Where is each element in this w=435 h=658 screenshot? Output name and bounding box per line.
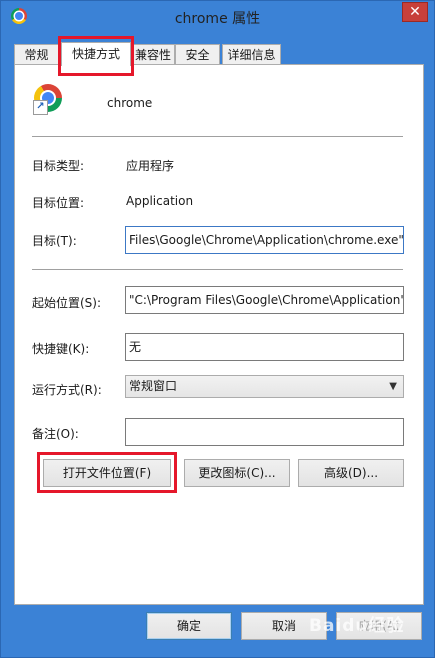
title-bar[interactable]: chrome 属性 ✕ (1, 1, 434, 34)
chevron-down-icon: ▼ (389, 381, 397, 392)
close-button[interactable]: ✕ (402, 2, 428, 22)
run-select-value: 常规窗口 (129, 379, 178, 393)
change-icon-button[interactable]: 更改图标(C)... (184, 459, 290, 487)
hotkey-label: 快捷键(K): (32, 342, 90, 356)
tab-compatibility[interactable]: 兼容性 (131, 44, 175, 64)
advanced-button[interactable]: 高级(D)... (298, 459, 404, 487)
run-label: 运行方式(R): (32, 383, 102, 397)
separator (32, 136, 403, 137)
target-location-label: 目标位置: (32, 196, 85, 210)
target-type-label: 目标类型: (32, 159, 85, 173)
target-input[interactable]: Files\Google\Chrome\Application\chrome.e… (125, 226, 404, 254)
watermark-text: Baidu经验 (309, 616, 405, 636)
target-type-value: 应用程序 (126, 159, 175, 173)
hotkey-input[interactable]: 无 (125, 333, 404, 361)
properties-window: chrome 属性 ✕ 常规 快捷方式 兼容性 安全 详细信息 ↗ chrome… (0, 0, 435, 658)
comment-input[interactable] (125, 418, 404, 446)
target-location-value: Application (126, 194, 194, 208)
shortcut-name: chrome (107, 96, 153, 110)
start-in-label: 起始位置(S): (32, 296, 102, 310)
comment-label: 备注(O): (32, 427, 79, 441)
ok-button[interactable]: 确定 (146, 612, 232, 640)
target-label: 目标(T): (32, 234, 77, 248)
tab-general[interactable]: 常规 (14, 44, 59, 64)
separator (32, 269, 403, 270)
window-title: chrome 属性 (174, 11, 261, 27)
run-select[interactable]: 常规窗口 ▼ (125, 375, 404, 398)
tab-details[interactable]: 详细信息 (222, 44, 281, 64)
button-highlight-box (37, 452, 177, 493)
shortcut-arrow-icon: ↗ (33, 100, 48, 115)
tab-security[interactable]: 安全 (175, 44, 220, 64)
start-in-input[interactable]: "C:\Program Files\Google\Chrome\Applicat… (125, 286, 404, 314)
tab-highlight-box (58, 36, 134, 76)
